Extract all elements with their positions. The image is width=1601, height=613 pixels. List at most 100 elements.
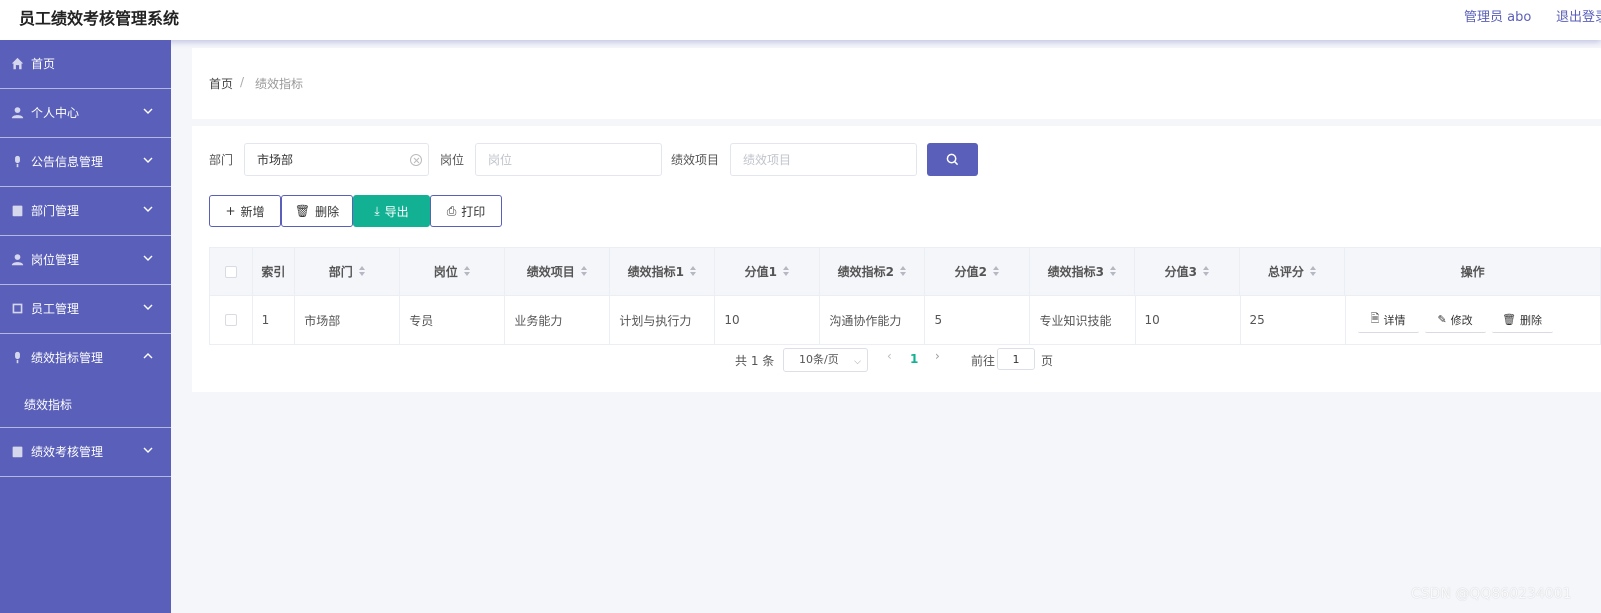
delete-button-label: 删除 [315,204,340,219]
add-button[interactable]: + 新增 [209,195,281,227]
breadcrumb-current: 绩效指标 [255,77,304,91]
print-button[interactable]: ⎙ 打印 [430,195,502,227]
column-header[interactable]: 部门 [295,248,401,296]
select-all-cell [210,248,253,296]
sort-icon[interactable] [993,266,1000,277]
table-cell: 10 [1135,296,1241,345]
sidebar-item-label: 公告信息管理 [31,155,104,169]
table-cell: 专员 [400,296,506,345]
row-delete-button[interactable]: 🗑 删除 [1491,307,1553,333]
chevron-down-icon [143,301,155,313]
column-header: 索引 [252,248,296,296]
sidebar-item-label: 个人中心 [31,106,80,120]
printer-icon: ⎙ [446,203,457,218]
column-header[interactable]: 分值2 [925,248,1031,296]
column-header[interactable]: 岗位 [400,248,506,296]
mic-icon [10,350,24,364]
trash-icon: 🗑 [294,204,311,218]
sort-icon[interactable] [899,266,907,277]
sort-icon[interactable] [782,266,790,277]
sort-icon[interactable] [1110,266,1117,277]
chevron-down-icon [143,154,155,166]
user-icon [10,252,24,266]
detail-button-label: 详情 [1383,313,1406,327]
table-cell: 业务能力 [505,296,611,345]
sidebar-item-kpi-management[interactable]: 绩效指标管理 [0,334,171,383]
breadcrumb-home[interactable]: 首页 [209,75,233,92]
sidebar-item-announcements[interactable]: 公告信息管理 [0,138,171,187]
row-delete-button-label: 删除 [1520,313,1543,327]
plus-icon: + [225,204,236,218]
sort-icon[interactable] [580,266,588,277]
row-select-cell [210,296,253,345]
sidebar-item-employees[interactable]: 员工管理 [0,285,171,334]
column-header[interactable]: 分值1 [715,248,821,296]
sidebar-item-label: 绩效指标管理 [31,351,104,365]
export-button[interactable]: ⤓ 导出 [353,195,430,227]
page-size-select[interactable]: 10条/页 ⌵ [783,348,868,372]
mic-icon [10,154,24,168]
sidebar-item-departments[interactable]: 部门管理 [0,187,171,236]
next-page-button[interactable]: › [935,349,940,363]
chevron-up-icon [143,350,155,362]
column-header[interactable]: 绩效指标1 [610,248,716,296]
search-button[interactable] [927,143,978,176]
column-header[interactable]: 绩效项目 [505,248,611,296]
table-actions-cell: 🗎 详情 ✎ 修改 🗑 删除 [1345,296,1601,345]
document-icon: 🗎 [1370,312,1380,325]
logout-link[interactable]: 退出登录 [1556,6,1601,25]
item-filter-input[interactable] [730,143,917,176]
table-header-row: 索引 部门 岗位 绩效项目 绩效指标1 分值1 绩效指标2 分值2 绩效指标3 … [210,248,1601,296]
table-cell: 计划与执行力 [610,296,716,345]
column-header[interactable]: 分值3 [1135,248,1241,296]
goto-page-input[interactable] [997,348,1035,370]
sort-icon[interactable] [1203,266,1210,277]
sort-icon[interactable] [463,266,471,277]
prev-page-button[interactable]: ‹ [887,349,892,363]
pagination-total: 共 1 条 [735,354,775,368]
search-icon [946,153,959,166]
table-cell: 10 [715,296,821,345]
column-header[interactable]: 绩效指标2 [820,248,926,296]
sidebar-item-positions[interactable]: 岗位管理 [0,236,171,285]
row-checkbox[interactable] [224,314,237,326]
item-filter-label: 绩效项目 [671,153,720,167]
post-filter-label: 岗位 [440,153,465,167]
admin-user-label[interactable]: 管理员 abo [1464,6,1531,25]
kpi-table: 索引 部门 岗位 绩效项目 绩效指标1 分值1 绩效指标2 分值2 绩效指标3 … [209,247,1601,345]
chevron-down-icon [143,444,155,456]
column-header[interactable]: 总评分 [1240,248,1346,296]
sidebar-item-profile[interactable]: 个人中心 [0,89,171,138]
sidebar: 首页 个人中心 公告信息管理 部门管理 岗位管理 员工管理 绩效指标管理 绩效指… [0,40,171,613]
download-icon: ⤓ [374,203,380,218]
trash-icon: 🗑 [1502,313,1517,326]
sort-icon[interactable] [358,266,366,277]
edit-button[interactable]: ✎ 修改 [1424,307,1486,333]
sidebar-item-label: 首页 [31,57,56,71]
column-header[interactable]: 绩效指标3 [1030,248,1136,296]
sidebar-item-appraisal-management[interactable]: 绩效考核管理 [0,428,171,477]
dept-filter-input[interactable] [244,143,429,176]
clear-icon[interactable] [410,154,422,166]
delete-button[interactable]: 🗑 删除 [281,195,353,227]
post-filter-input[interactable] [475,143,662,176]
chevron-down-icon [143,252,155,264]
square-icon [10,301,24,315]
table-cell: 沟通协作能力 [820,296,926,345]
chevron-down-icon [143,105,155,117]
sidebar-item-home[interactable]: 首页 [0,40,171,89]
page-number[interactable]: 1 [910,352,918,366]
sidebar-subitem-kpi[interactable]: 绩效指标 [0,383,171,428]
export-button-label: 导出 [384,204,409,219]
breadcrumb-separator: / [240,75,245,89]
sort-icon[interactable] [689,266,697,277]
clipboard-icon [10,444,24,458]
chevron-down-icon: ⌵ [854,357,861,367]
sort-icon[interactable] [1309,266,1317,277]
goto-label: 前往 [971,354,996,368]
chevron-down-icon [143,203,155,215]
pencil-icon: ✎ [1437,313,1447,326]
select-all-checkbox[interactable] [224,265,237,278]
watermark: CSDN @QQ860234001 [1411,586,1572,602]
detail-button[interactable]: 🗎 详情 [1357,307,1419,333]
